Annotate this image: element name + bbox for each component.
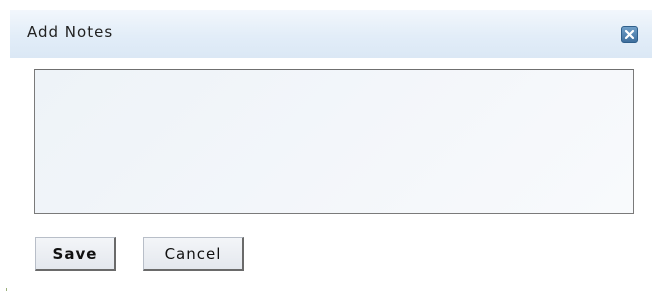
- dialog-title: Add Notes: [27, 23, 114, 41]
- close-icon[interactable]: [621, 26, 638, 43]
- close-x-glyph: [624, 29, 635, 40]
- dialog-titlebar: Add Notes: [10, 10, 652, 58]
- save-button[interactable]: Save: [35, 237, 116, 271]
- notes-textarea[interactable]: [34, 69, 634, 214]
- cancel-button[interactable]: Cancel: [143, 237, 244, 271]
- add-notes-dialog: Add Notes Save Cancel: [10, 10, 652, 288]
- corner-artifact: [6, 288, 7, 291]
